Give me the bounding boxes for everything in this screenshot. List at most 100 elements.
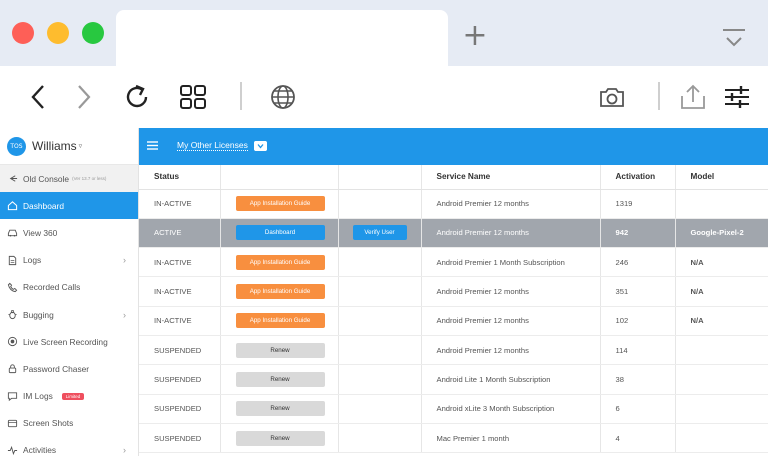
maximize-window-button[interactable] [82, 22, 104, 44]
sidebar-item-screen-shots[interactable]: Screen Shots [0, 410, 138, 437]
document-icon [8, 255, 17, 265]
license-bar: My Other Licenses [139, 128, 768, 165]
tab-grid-icon[interactable] [178, 82, 208, 112]
menu-icon[interactable] [147, 141, 158, 150]
service-name-cell: Android Lite 1 Month Subscription [421, 364, 601, 395]
service-name-cell: Android Premier 12 months [421, 218, 601, 249]
globe-icon[interactable] [268, 82, 298, 112]
activation-cell: 246 [600, 247, 676, 278]
lock-icon [8, 364, 17, 374]
activation-cell: 351 [600, 276, 676, 307]
home-icon [7, 201, 18, 211]
table-row: SUSPENDED Renew Android xLite 3 Month Subs… [139, 394, 768, 424]
activation-cell: 102 [600, 306, 676, 336]
app-installation-guide-button[interactable]: App Installation Guide [235, 196, 325, 212]
sidebar-item-dashboard[interactable]: Dashboard [0, 192, 138, 220]
app-installation-guide-button[interactable]: App Installation Guide [235, 313, 325, 329]
close-window-button[interactable] [12, 22, 34, 44]
action-cell: Dashboard [220, 218, 339, 249]
service-name-cell: Mac Premier 1 month [421, 423, 601, 454]
record-icon [7, 337, 18, 347]
sidebar-item-label: IM Logs [23, 391, 53, 402]
activation-cell: 4 [600, 423, 676, 454]
sidebar-item-label: Logs [23, 255, 42, 266]
service-name-cell: Android Premier 12 months [421, 276, 601, 307]
table-row: SUSPENDED Renew Android Lite 1 Month Subsc… [139, 364, 768, 395]
sidebar-item-im-logs[interactable]: IM Logs Limited [0, 383, 138, 410]
action-cell: Renew [220, 423, 339, 454]
new-tab-button[interactable]: + [458, 20, 492, 54]
reload-icon[interactable] [122, 82, 152, 112]
tab-list-icon[interactable] [720, 24, 748, 52]
app-installation-guide-button[interactable]: App Installation Guide [235, 284, 325, 300]
sidebar-item-label: View 360 [23, 227, 58, 238]
sidebar-item-activities[interactable]: Activities › [0, 437, 138, 456]
browser-tab[interactable] [116, 10, 448, 66]
activation-cell: 6 [600, 394, 676, 424]
license-dropdown-icon[interactable] [254, 141, 267, 151]
service-name-cell: Android xLite 3 Month Subscription [421, 394, 601, 424]
verify-user-button[interactable]: Verify User [352, 225, 407, 241]
sidebar-item-recorded-calls[interactable]: Recorded Calls [0, 274, 138, 301]
action-cell: App Installation Guide [220, 276, 339, 307]
forward-icon[interactable] [68, 82, 98, 112]
table-row: IN-ACTIVE App Installation Guide Android P… [139, 247, 768, 278]
share-icon[interactable] [678, 82, 708, 112]
sidebar-item-label: Bugging [23, 309, 54, 320]
model-cell [675, 364, 768, 395]
activation-cell: 38 [600, 364, 676, 395]
sidebar-item-label: Old Console [23, 173, 70, 184]
settings-sliders-icon[interactable] [722, 82, 752, 112]
main-content: My Other Licenses Status Service Name Acti… [139, 128, 768, 456]
renew-button[interactable]: Renew [235, 401, 325, 417]
sidebar-item-label: Dashboard [23, 200, 64, 211]
chevron-right-icon: › [123, 309, 126, 320]
browser-tab-bar: + [0, 0, 768, 66]
column-header: Service Name [421, 165, 601, 190]
sidebar-item-label: Password Chaser [23, 363, 90, 374]
car-icon [7, 230, 18, 238]
status-cell: SUSPENDED [139, 423, 221, 454]
action-cell: Renew [220, 394, 339, 424]
sidebar-item-live-screen-recording[interactable]: Live Screen Recording [0, 328, 138, 355]
dashboard-button[interactable]: Dashboard [235, 225, 325, 241]
action-cell: App Installation Guide [220, 189, 339, 219]
sidebar-item-label: Live Screen Recording [23, 336, 108, 347]
sidebar: TOS Williams ▿ Old Console (Ver 13.7 or l… [0, 128, 139, 456]
model-cell [675, 335, 768, 366]
model-cell: Google-Pixel-2 [675, 218, 768, 249]
chevron-right-icon: › [123, 255, 126, 266]
sidebar-item-old-console[interactable]: Old Console (Ver 13.7 or less) [0, 165, 138, 193]
column-header [220, 165, 339, 190]
sidebar-item-logs[interactable]: Logs › [0, 247, 138, 274]
verify-cell [338, 423, 422, 454]
model-cell [675, 423, 768, 454]
action-cell: App Installation Guide [220, 306, 339, 336]
verify-cell [338, 306, 422, 336]
renew-button[interactable]: Renew [235, 342, 325, 358]
status-cell: IN-ACTIVE [139, 306, 221, 336]
verify-cell [338, 364, 422, 395]
minimize-window-button[interactable] [47, 22, 69, 44]
chevron-right-icon: › [123, 445, 126, 456]
user-name: Williams [32, 139, 77, 153]
app-installation-guide-button[interactable]: App Installation Guide [235, 254, 325, 270]
sidebar-item-password-chaser[interactable]: Password Chaser [0, 355, 138, 382]
status-cell: IN-ACTIVE [139, 247, 221, 278]
sidebar-item-bugging[interactable]: Bugging › [0, 301, 138, 328]
user-switcher[interactable]: TOS Williams ▿ [0, 128, 138, 165]
verify-cell [338, 394, 422, 424]
status-cell: IN-ACTIVE [139, 276, 221, 307]
renew-button[interactable]: Renew [235, 371, 325, 387]
action-cell: App Installation Guide [220, 247, 339, 278]
renew-button[interactable]: Renew [235, 430, 325, 446]
status-badge: Limited [61, 392, 85, 400]
back-icon[interactable] [24, 82, 54, 112]
camera-icon[interactable] [597, 82, 627, 112]
activation-cell: 1319 [600, 189, 676, 219]
chevron-down-icon: ▿ [78, 142, 83, 150]
sidebar-item-view-360[interactable]: View 360 [0, 219, 138, 246]
toolbar-separator [658, 82, 660, 110]
model-cell [675, 189, 768, 219]
my-other-licenses-link[interactable]: My Other Licenses [177, 140, 248, 151]
